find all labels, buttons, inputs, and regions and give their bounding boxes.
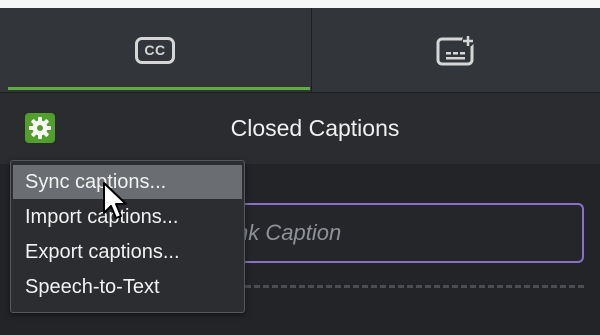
active-tab-indicator [8, 87, 310, 90]
subtitles-icon [436, 35, 474, 66]
panel-title: Closed Captions [230, 115, 400, 141]
menu-item-speech-to-text[interactable]: Speech-to-Text [13, 270, 242, 304]
cc-icon-label: CC [144, 42, 166, 58]
tab-bar: CC [0, 8, 600, 92]
tab-subtitles[interactable] [312, 8, 600, 92]
caption-text-field[interactable]: nk Caption [200, 203, 584, 263]
window-top-edge [0, 0, 600, 8]
closed-captions-icon: CC [135, 36, 175, 64]
caption-separator [200, 285, 584, 288]
mouse-pointer-icon [103, 182, 127, 219]
tab-closed-captions[interactable]: CC [0, 8, 310, 92]
panel-header: Closed Captions [0, 92, 600, 165]
caption-placeholder: nk Caption [236, 220, 342, 245]
menu-item-export-captions[interactable]: Export captions... [13, 235, 242, 269]
